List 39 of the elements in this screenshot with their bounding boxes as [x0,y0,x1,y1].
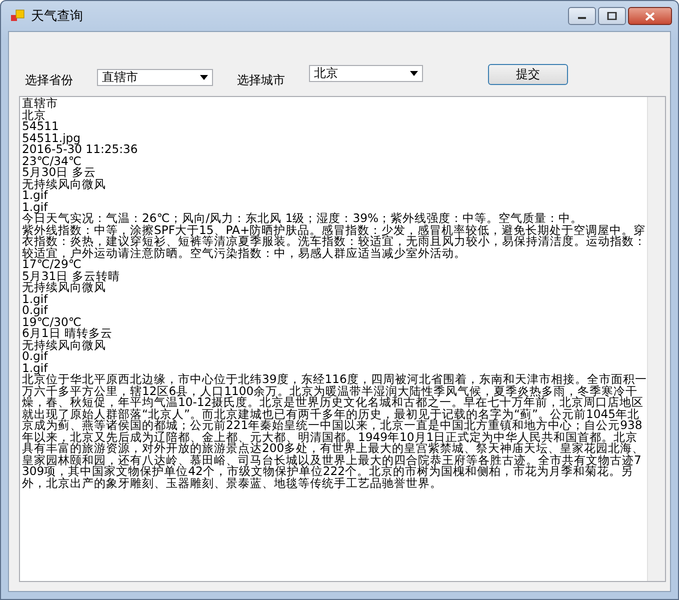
output-line: 5月31日 多云转晴 [22,270,121,282]
output-line: 5月30日 多云 [22,167,97,178]
output-line: 17℃/29℃ [22,259,82,270]
minimize-button[interactable] [568,7,596,25]
province-dropdown[interactable]: 直辖市 [97,69,213,86]
output-line: 1.gif [22,362,48,374]
window-title: 天气查询 [31,8,83,25]
submit-button[interactable]: 提交 [488,64,568,85]
output-line: 无持续风向微风 [22,340,106,351]
caret-icon [200,75,208,80]
output-line: 0.gif [22,351,48,362]
output-line: 今日天气实况：气温：26℃；风向/风力：东北风 1级；湿度：39%；紫外线强度：中等。空气质量：中。 [22,213,583,224]
caret-icon [410,71,418,76]
city-label: 选择城市 [237,72,285,89]
app-icon [11,9,25,23]
output-line: 北京位于华北平原西北边缘，市中心位于北纬39度，东经116度，四周被河北省围着，东南和天津市相接。全市面积一万六千多平方公里，辖12区6县，人口1100余万。北京为暖温带半湿润大陆性季风气候，夏季炎热多雨，冬季寒冷干燥，春、秋短促，年平均气温10-12摄氏度。北京是世界历史文化名城和古都之一。早在七十万年前，北京周口店地区就出现了原始人群部落“北京人”。而北京建城也已有两千多年的历史，最初见于记载的名字为“蓟”。公元前1045年北京成为蓟、燕等诸侯国的都城；公元前221年秦始皇统一中国以来，北京一直是中国北方重镇和地方中心；自公元938年以来，北京又先后成为辽陪都、金上都、元大都、明清国都。1949年10月1日正式定为中华人民共和国首都。北京具有丰富的旅游资源，对外开放的旅游景点达200多处，有世界上最大的皇宫紫禁城、祭天神庙天坛、皇家花园北海、皇家园林颐和园，还有八达岭、慕田峪、司马台长城以及世界上最大的四合院恭王府等各胜古迹。全市共有文物古迹7309项，其中国家文物保护单位42个，市级文物保护单位222个。北京的市树为国槐和侧柏，市花为月季和菊花。另外，北京出产的象牙雕刻、玉器雕刻、景泰蓝、地毯等传统手工艺品驰誉世界。 [22,374,647,489]
output-line: 无持续风向微风 [22,282,106,294]
city-dropdown[interactable]: 北京 [309,65,423,82]
output-line: 1.gif [22,190,48,202]
output-line: 23℃/34℃ [22,156,82,167]
output-line: 直辖市 [22,98,59,110]
output-line: 2016-5-30 11:25:36 [22,144,139,156]
close-icon [645,12,655,20]
output-line: 19℃/30℃ [22,316,82,328]
output-line: 6月1日 晴转多云 [22,328,114,340]
maximize-button[interactable] [598,7,626,25]
output-line: 北京 [22,110,46,121]
output-line: 紫外线指数：中等，涂擦SPF大于15、PA+防晒护肤品。感冒指数：少发，感冒机率较低，避免长期处于空调屋中。穿衣指数：炎热，建议穿短衫、短裤等清凉夏季服装。洗车指数：较适宜，无雨且风力较小，易保持清洁度。运动指数：较适宜，户外运动请注意防晒。空气污染指数：中，易感人群应适当减少室外活动。 [22,224,647,259]
output-line: 54511 [22,121,60,132]
output-line: 1.gif [22,294,48,305]
maximize-icon [607,12,617,20]
output-line: 1.gif [22,202,48,213]
close-button[interactable] [628,7,672,25]
output-line: 0.gif [22,305,49,316]
scrollbar[interactable] [647,97,665,581]
output-textbox[interactable] [19,96,666,582]
output-line: 无持续风向微风 [22,178,107,190]
output-line: 54511.jpg [22,132,81,144]
province-label: 选择省份 [25,72,73,89]
